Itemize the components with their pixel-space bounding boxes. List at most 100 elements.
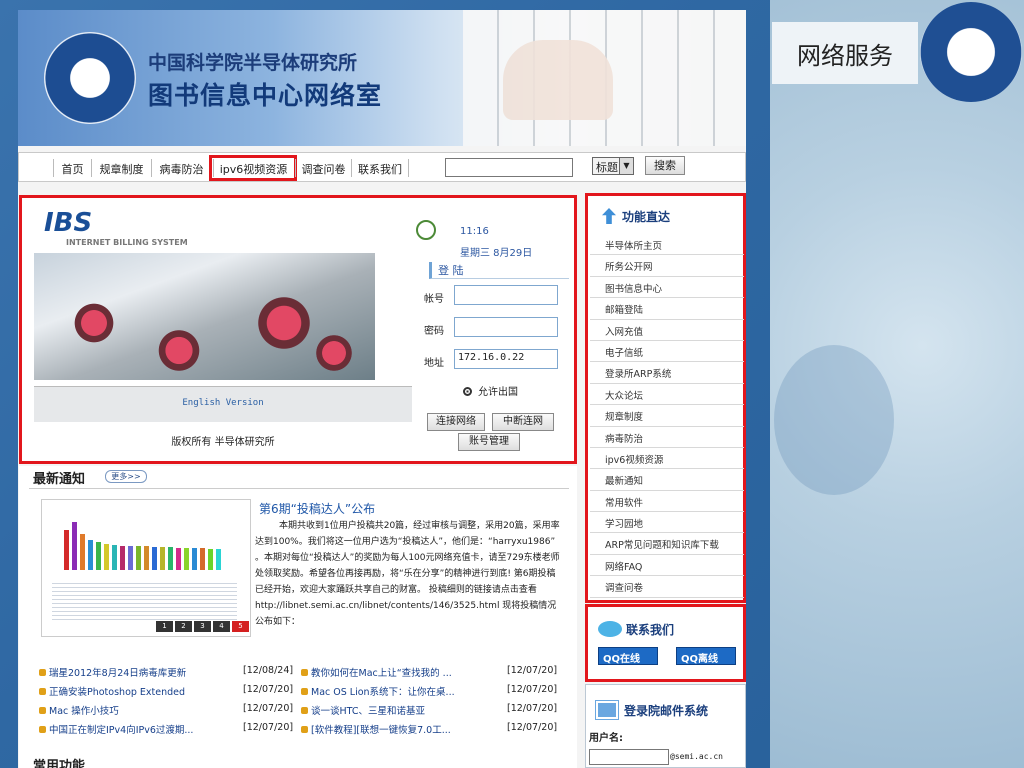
- address-input[interactable]: 172.16.0.22: [454, 349, 558, 369]
- bullet-icon: [301, 726, 308, 733]
- news-item[interactable]: Mac 操作小技巧: [39, 703, 119, 717]
- radio-icon: [463, 387, 472, 396]
- ibs-logo-subtitle: INTERNET BILLING SYSTEM: [66, 238, 188, 247]
- english-version-link[interactable]: English Version: [34, 398, 412, 408]
- banner-logo: [44, 32, 136, 124]
- news-date: [12/07/20]: [507, 722, 558, 733]
- clock-icon: [416, 220, 436, 240]
- news-date: [12/07/20]: [507, 684, 558, 695]
- news-heading: 最新通知: [33, 472, 86, 487]
- quick-link[interactable]: 邮箱登陆: [590, 298, 744, 320]
- contact-heading: 联系我们: [598, 621, 674, 638]
- mail-username-input[interactable]: [589, 749, 669, 765]
- mail-icon: [595, 700, 619, 720]
- password-input[interactable]: [454, 317, 558, 337]
- current-date: 星期三 8月29日: [460, 248, 533, 259]
- nav-rules[interactable]: 规章制度: [91, 159, 151, 177]
- address-label: 地址: [424, 358, 444, 369]
- bullet-icon: [39, 707, 46, 714]
- news-date: [12/08/24]: [243, 665, 294, 676]
- building-photo: [34, 253, 375, 380]
- quick-link[interactable]: 入网充值: [590, 320, 744, 341]
- quick-links-list: 半导体所主页 所务公开网 图书信息中心 邮箱登陆 入网充值 电子信纸 登录所AR…: [590, 234, 744, 598]
- news-date: [12/07/20]: [507, 703, 558, 714]
- search-select-value: 标题: [596, 161, 618, 174]
- webpage-screenshot: 中国科学院半导体研究所 图书信息中心网络室 首页 规章制度 病毒防治 ipv6视…: [18, 10, 746, 768]
- qq-offline-button[interactable]: QQ离线: [676, 647, 736, 665]
- chart-page[interactable]: 4: [213, 621, 230, 632]
- quick-link[interactable]: 登录所ARP系统: [590, 362, 744, 384]
- quick-links-panel: 功能直达 半导体所主页 所务公开网 图书信息中心 邮箱登陆 入网充值 电子信纸 …: [585, 193, 746, 603]
- chevron-down-icon: ▼: [619, 158, 633, 174]
- news-date: [12/07/20]: [243, 703, 294, 714]
- quick-link[interactable]: 规章制度: [590, 405, 744, 427]
- quick-link[interactable]: 半导体所主页: [590, 234, 744, 256]
- ibs-logo: IBS INTERNET BILLING SYSTEM: [44, 208, 188, 247]
- bullet-icon: [301, 669, 308, 676]
- disconnect-button[interactable]: 中断连网: [492, 413, 554, 431]
- account-label: 帐号: [424, 294, 444, 305]
- news-more-link[interactable]: 更多>>: [105, 470, 147, 483]
- quick-link[interactable]: ARP常见问题和知识库下载: [590, 533, 744, 555]
- quick-links-heading: 功能直达: [602, 208, 670, 225]
- nav-ipv6-video[interactable]: ipv6视频资源: [209, 155, 297, 181]
- arrow-up-icon: [602, 208, 616, 224]
- common-functions-heading: 常用功能: [33, 759, 86, 768]
- connect-button[interactable]: 连接网络: [427, 413, 485, 431]
- news-date: [12/07/20]: [507, 665, 558, 676]
- news-item[interactable]: [软件教程][联想一键恢复7.0工...: [301, 722, 451, 736]
- quick-link[interactable]: 图书信息中心: [590, 277, 744, 299]
- quick-link[interactable]: 网络FAQ: [590, 555, 744, 577]
- post-chart-image: 1 2 3 4 5: [41, 499, 251, 637]
- chart-page[interactable]: 3: [194, 621, 211, 632]
- contact-panel: 联系我们 QQ在线 QQ离线: [585, 604, 746, 682]
- bullet-icon: [39, 669, 46, 676]
- news-item[interactable]: 瑞星2012年8月24日病毒库更新: [39, 665, 186, 679]
- quick-link[interactable]: 病毒防治: [590, 427, 744, 448]
- quick-link[interactable]: 常用软件: [590, 491, 744, 513]
- news-date: [12/07/20]: [243, 684, 294, 695]
- quick-link[interactable]: 电子信纸: [590, 341, 744, 363]
- decor-circle: [774, 345, 894, 495]
- post-body: 本期共收到1位用户投稿共20篇，经过审核与调整，采用20篇，采用率达到100%。…: [255, 521, 560, 627]
- quick-link[interactable]: 调查问卷: [590, 576, 744, 598]
- ibs-login-panel: IBS INTERNET BILLING SYSTEM English Versi…: [19, 195, 577, 464]
- bullet-icon: [301, 707, 308, 714]
- copyright: 版权所有 半导体研究所: [171, 437, 275, 448]
- mail-heading: 登录院邮件系统: [595, 700, 708, 720]
- bullet-icon: [39, 726, 46, 733]
- account-input[interactable]: [454, 285, 558, 305]
- header-banner: 中国科学院半导体研究所 图书信息中心网络室: [18, 10, 746, 146]
- slide-background: [770, 0, 1024, 768]
- qq-online-button[interactable]: QQ在线: [598, 647, 658, 665]
- news-date: [12/07/20]: [243, 722, 294, 733]
- news-item[interactable]: 谈一谈HTC、三星和诺基亚: [301, 703, 425, 717]
- nav-survey[interactable]: 调查问卷: [295, 159, 351, 177]
- chart-page[interactable]: 5: [232, 621, 249, 632]
- search-button[interactable]: 搜索: [645, 156, 685, 175]
- quick-link[interactable]: 所务公开网: [590, 255, 744, 277]
- bullet-icon: [301, 688, 308, 695]
- chart-page[interactable]: 1: [156, 621, 173, 632]
- nav-home[interactable]: 首页: [53, 159, 91, 177]
- quick-link[interactable]: 学习园地: [590, 512, 744, 534]
- allow-abroad-radio[interactable]: 允许出国: [463, 383, 518, 398]
- account-manage-button[interactable]: 账号管理: [458, 433, 520, 451]
- news-item[interactable]: Mac OS Lion系统下：让你在桌...: [301, 684, 455, 698]
- chart-page[interactable]: 2: [175, 621, 192, 632]
- quick-link[interactable]: 最新通知: [590, 469, 744, 491]
- post-title[interactable]: 第6期“投稿达人”公布: [259, 500, 375, 517]
- quick-link[interactable]: 大众论坛: [590, 384, 744, 406]
- quick-link[interactable]: ipv6视频资源: [590, 448, 744, 470]
- news-item[interactable]: 正确安装Photoshop Extended: [39, 684, 185, 698]
- news-item[interactable]: 中国正在制定IPv4向IPv6过渡期...: [39, 722, 193, 736]
- search-input[interactable]: [445, 158, 573, 177]
- search-field-select[interactable]: 标题 ▼: [592, 157, 634, 175]
- news-item[interactable]: 教你如何在Mac上让“查找我的 ...: [301, 665, 452, 679]
- slide-title: 网络服务: [772, 22, 918, 84]
- nav-bar: 首页 规章制度 病毒防治 ipv6视频资源 调查问卷 联系我们 标题 ▼ 搜索: [18, 152, 746, 182]
- nav-antivirus[interactable]: 病毒防治: [151, 159, 211, 177]
- news-section: 最新通知 更多>> 1 2 3 4 5 第6期“投稿达人”公布 本期共收到1位用…: [19, 466, 577, 768]
- keyboard-image: [463, 10, 746, 146]
- nav-contact[interactable]: 联系我们: [351, 159, 409, 177]
